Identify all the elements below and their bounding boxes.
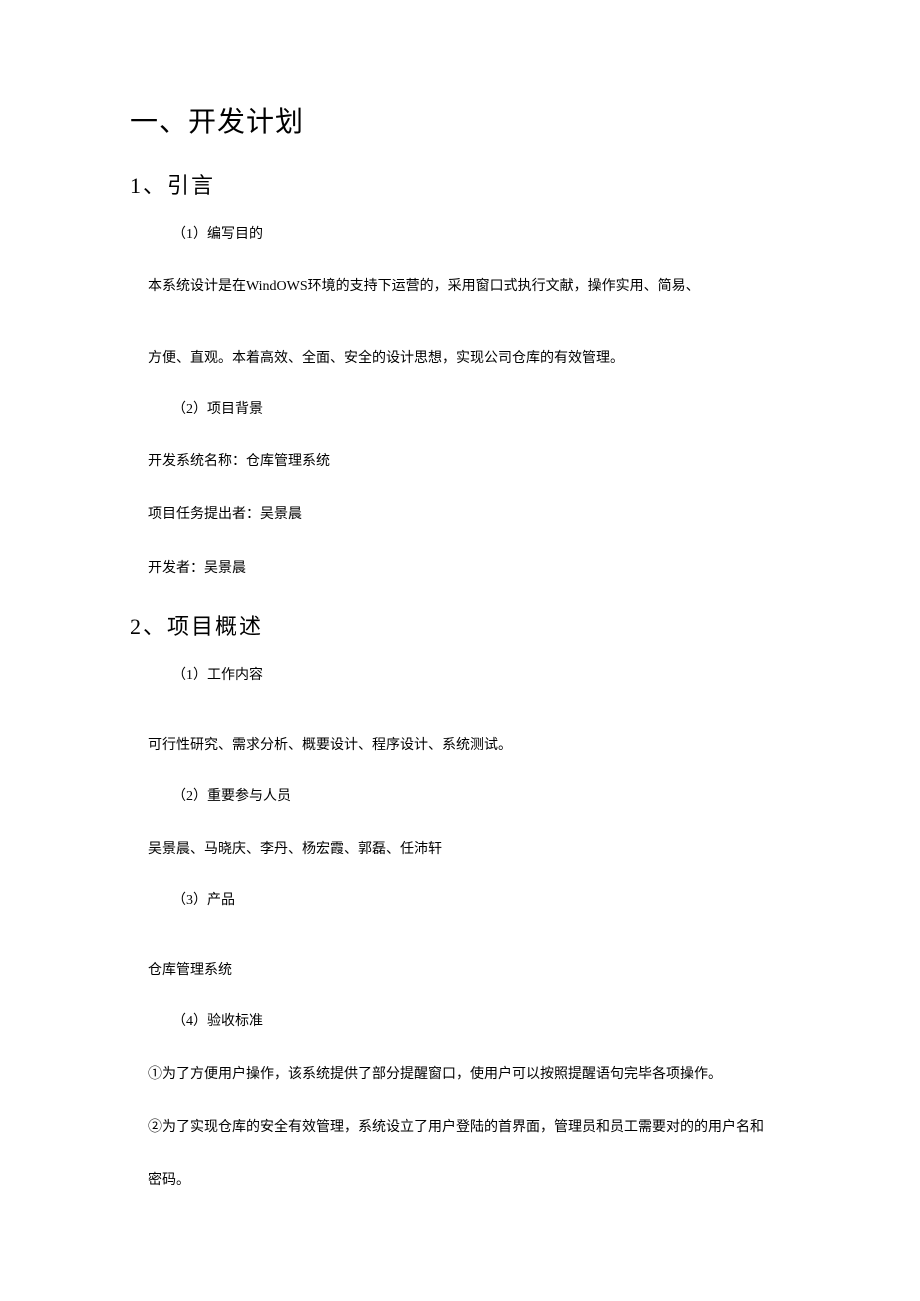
- text-work-content: 可行性研究、需求分析、概要设计、程序设计、系统测试。: [148, 733, 790, 758]
- text-purpose-line2: 方便、直观。本着高效、全面、安全的设计思想，实现公司仓库的有效管理。: [148, 346, 790, 371]
- text-developer: 开发者：吴景晨: [148, 556, 790, 581]
- spacer: [130, 328, 790, 346]
- heading-dev-plan: 一、开发计划: [130, 100, 790, 140]
- label-work-content: （1）工作内容: [172, 665, 790, 687]
- text-purpose-line1: 本系统设计是在WindOWS环境的支持下运营的，采用窗口式执行文献，操作实用、简…: [148, 274, 790, 299]
- text-product: 仓库管理系统: [148, 958, 790, 983]
- heading-section-1: 1、引言: [130, 168, 790, 200]
- label-participants: （2）重要参与人员: [172, 786, 790, 808]
- heading-section-2: 2、项目概述: [130, 609, 790, 641]
- text-acceptance-1: ①为了方便用户操作，该系统提供了部分提醒窗口，使用户可以按照提醒语句完毕各项操作…: [148, 1062, 790, 1087]
- spacer: [130, 940, 790, 958]
- text-system-name: 开发系统名称：仓库管理系统: [148, 449, 790, 474]
- text-acceptance-3: 密码。: [148, 1168, 790, 1193]
- text-acceptance-2: ②为了实现仓库的安全有效管理，系统设立了用户登陆的首界面，管理员和员工需要对的的…: [148, 1115, 790, 1140]
- text-task-proposer: 项目任务提出者：吴景晨: [148, 502, 790, 527]
- label-acceptance: （4）验收标准: [172, 1011, 790, 1033]
- spacer: [130, 715, 790, 733]
- label-purpose: （1）编写目的: [172, 224, 790, 246]
- text-participants: 吴景晨、马晓庆、李丹、杨宏霞、郭磊、任沛轩: [148, 837, 790, 862]
- label-background: （2）项目背景: [172, 399, 790, 421]
- label-product: （3）产品: [172, 890, 790, 912]
